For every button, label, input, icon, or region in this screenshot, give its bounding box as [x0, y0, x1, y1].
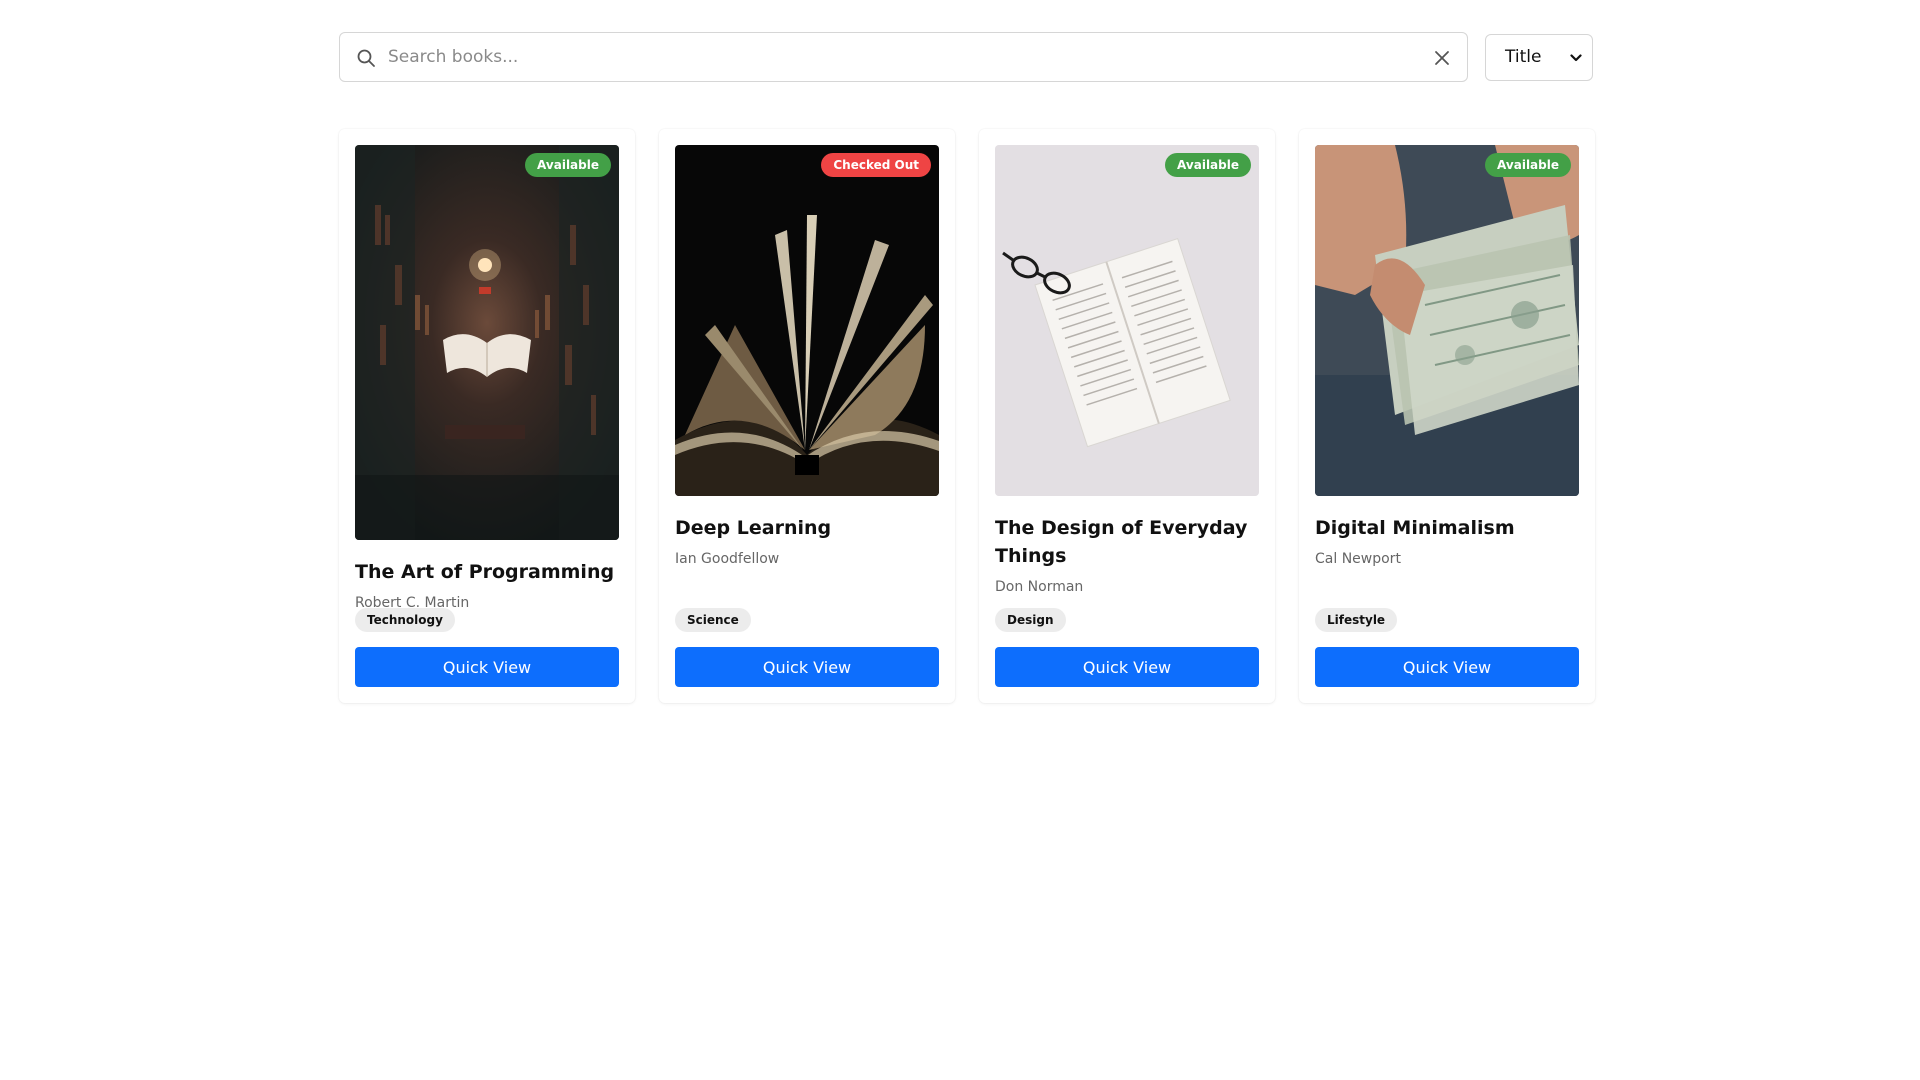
status-badge: Available — [525, 153, 611, 177]
search-box[interactable] — [339, 32, 1468, 82]
open-book-image — [675, 145, 939, 496]
library-stacks-image — [355, 145, 619, 540]
category-tag: Science — [675, 608, 751, 632]
book-browser: Title — [339, 32, 1595, 703]
book-cover-image[interactable]: Available — [355, 145, 619, 540]
book-card: Available Digital Minimalism Cal Newport… — [1299, 129, 1595, 703]
sort-select[interactable]: Title — [1485, 33, 1593, 81]
quick-view-button[interactable]: Quick View — [675, 647, 939, 687]
search-input[interactable] — [388, 33, 1408, 81]
status-badge: Available — [1165, 153, 1251, 177]
search-icon — [357, 49, 375, 67]
money-in-hands-image — [1315, 145, 1579, 496]
chevron-down-icon — [1570, 53, 1582, 61]
book-title: Digital Minimalism — [1315, 517, 1515, 539]
status-badge: Checked Out — [821, 153, 931, 177]
toolbar: Title — [339, 32, 1593, 82]
book-title: The Design of Everyday Things — [995, 517, 1248, 567]
book-grid: Available The Art of Programming Robert … — [339, 129, 1595, 703]
quick-view-button[interactable]: Quick View — [995, 647, 1259, 687]
book-card: Available The Design of Everyday Things … — [979, 129, 1275, 703]
category-tag: Lifestyle — [1315, 608, 1398, 632]
book-card: Checked Out Deep Learning Ian Goodfellow… — [659, 129, 955, 703]
quick-view-button[interactable]: Quick View — [1315, 647, 1579, 687]
book-cover-image[interactable]: Available — [995, 145, 1259, 496]
book-title: Deep Learning — [675, 517, 832, 539]
book-cover-image[interactable]: Checked Out — [675, 145, 939, 496]
quick-view-button[interactable]: Quick View — [355, 647, 619, 687]
book-author: Cal Newport — [1315, 551, 1401, 567]
book-author: Don Norman — [995, 579, 1084, 595]
book-and-glasses-image — [995, 145, 1259, 496]
close-icon[interactable] — [1433, 49, 1451, 67]
status-badge: Available — [1485, 153, 1571, 177]
book-title: The Art of Programming — [355, 561, 615, 583]
sort-select-value: Title — [1505, 47, 1542, 67]
book-author: Ian Goodfellow — [675, 551, 780, 567]
book-card: Available The Art of Programming Robert … — [339, 129, 635, 703]
category-tag: Technology — [355, 608, 455, 632]
category-tag: Design — [995, 608, 1066, 632]
book-cover-image[interactable]: Available — [1315, 145, 1579, 496]
